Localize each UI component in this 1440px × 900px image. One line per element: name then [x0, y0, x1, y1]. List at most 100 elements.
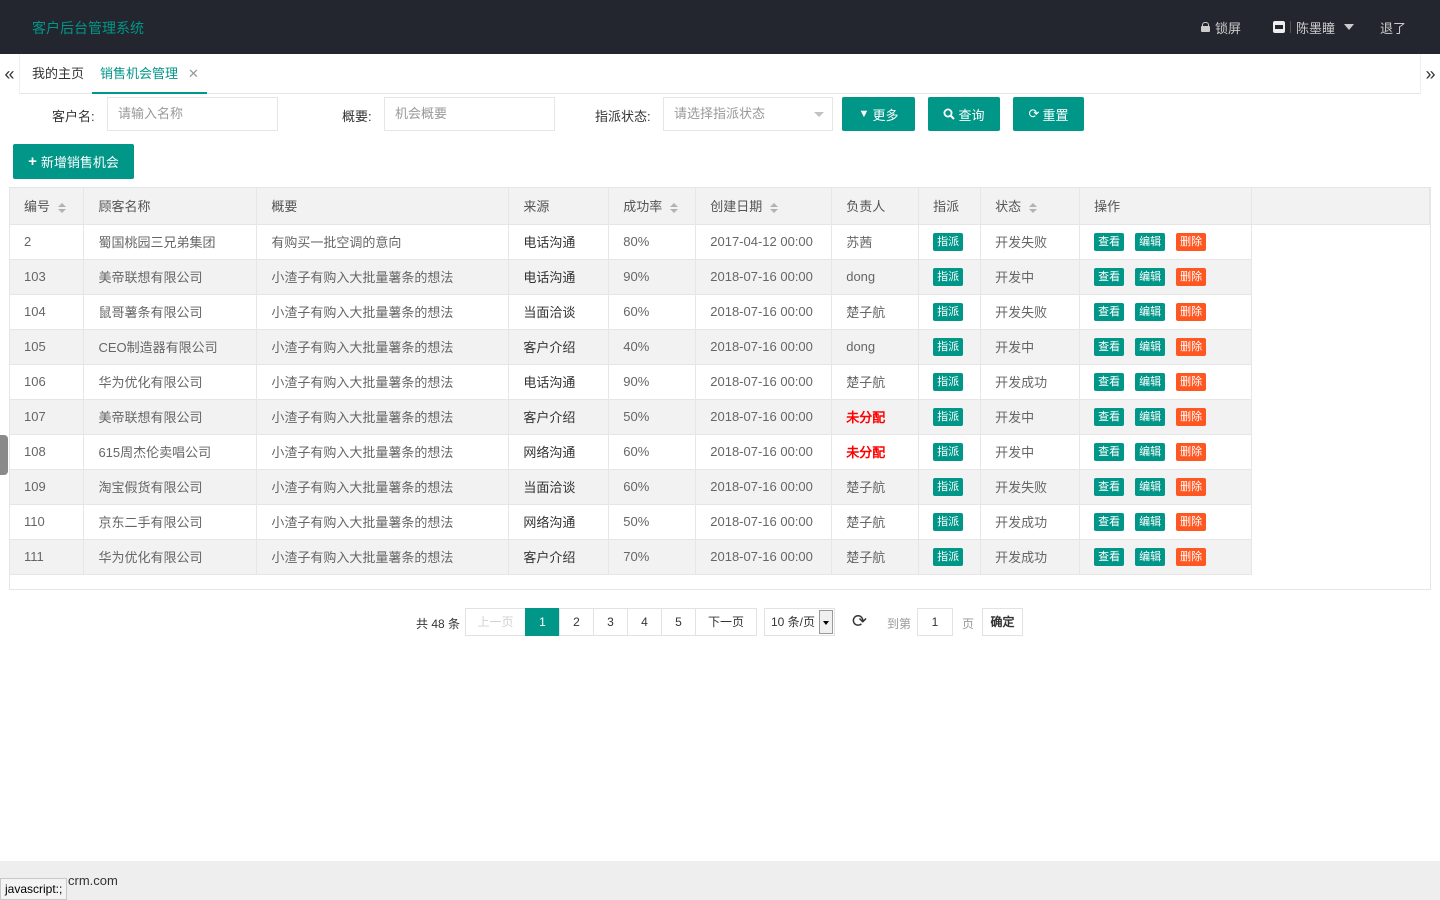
delete-button[interactable]: 删除 — [1176, 512, 1207, 531]
user-menu[interactable]: 陈墨瞳 — [1257, 0, 1364, 54]
cell-owner: 楚子航 — [831, 504, 920, 540]
cell-assign: 指派 — [918, 224, 982, 260]
edit-button[interactable]: 编辑 — [1135, 442, 1166, 461]
edit-button[interactable]: 编辑 — [1135, 547, 1166, 566]
view-button[interactable]: 查看 — [1094, 442, 1125, 461]
chevron-down-icon[interactable] — [819, 610, 833, 634]
cell-rate: 80% — [608, 224, 697, 260]
col-header-id[interactable]: 编号 — [10, 188, 85, 225]
col-header-status[interactable]: 状态 — [980, 188, 1081, 225]
cell-rate: 40% — [608, 329, 697, 365]
edit-button[interactable]: 编辑 — [1135, 337, 1166, 356]
view-button[interactable]: 查看 — [1094, 547, 1125, 566]
page-size-value: 10 条/页 — [771, 615, 816, 629]
lock-screen-button[interactable]: 锁屏 — [1185, 0, 1257, 54]
delete-button[interactable]: 删除 — [1176, 267, 1207, 286]
assign-status-select[interactable]: 请选择指派状态 — [663, 97, 833, 131]
edit-button[interactable]: 编辑 — [1135, 477, 1166, 496]
edit-button[interactable]: 编辑 — [1135, 512, 1166, 531]
assign-button[interactable]: 指派 — [933, 442, 964, 461]
view-button[interactable]: 查看 — [1094, 512, 1125, 531]
table-row: 104 鼠哥薯条有限公司 小渣子有购入大批量薯条的想法 当面洽谈 60% 2018-07-… — [10, 294, 1430, 330]
page-button-1[interactable]: 1 — [525, 608, 560, 636]
col-header-date[interactable]: 创建日期 — [695, 188, 833, 225]
delete-button[interactable]: 删除 — [1176, 407, 1207, 426]
page-button-2[interactable]: 2 — [559, 608, 594, 636]
tab-sales-opportunity[interactable]: 销售机会管理 ✕ — [92, 54, 207, 94]
delete-button[interactable]: 删除 — [1176, 442, 1207, 461]
sort-icon[interactable] — [770, 202, 779, 213]
view-button[interactable]: 查看 — [1094, 477, 1125, 496]
sort-icon[interactable] — [670, 202, 679, 213]
prev-page-button[interactable]: 上一页 — [465, 608, 526, 636]
cell-actions: 查看 编辑 删除 — [1079, 399, 1253, 435]
reset-button[interactable]: ⟳ 重置 — [1013, 97, 1084, 131]
edit-button[interactable]: 编辑 — [1135, 267, 1166, 286]
view-button[interactable]: 查看 — [1094, 407, 1125, 426]
owner-text: 苏茜 — [846, 235, 873, 250]
page-size-select[interactable]: 10 条/页 — [764, 608, 835, 636]
edit-button[interactable]: 编辑 — [1135, 372, 1166, 391]
cell-status: 开发中 — [980, 399, 1081, 435]
view-button[interactable]: 查看 — [1094, 302, 1125, 321]
cell-owner: 楚子航 — [831, 294, 920, 330]
col-header-rate[interactable]: 成功率 — [608, 188, 697, 225]
cell-owner: 未分配 — [831, 399, 920, 435]
assign-button[interactable]: 指派 — [933, 512, 964, 531]
delete-button[interactable]: 删除 — [1176, 372, 1207, 391]
page-button-5[interactable]: 5 — [661, 608, 696, 636]
cell-status: 开发中 — [980, 329, 1081, 365]
customer-name-input[interactable]: 请输入名称 — [107, 97, 278, 131]
view-button[interactable]: 查看 — [1094, 372, 1125, 391]
tab-scroll-left-icon[interactable]: « — [0, 54, 20, 94]
table-header-row: 编号 顾客名称 概要 来源 成功率 创建日期 负责人 指派 状态 操作 — [10, 188, 1430, 225]
tab-home[interactable]: 我的主页 — [32, 54, 84, 94]
edit-button[interactable]: 编辑 — [1135, 407, 1166, 426]
assign-button[interactable]: 指派 — [933, 477, 964, 496]
sidebar-toggle-handle[interactable] — [0, 435, 8, 475]
assign-button[interactable]: 指派 — [933, 232, 964, 251]
sort-icon[interactable] — [1029, 202, 1038, 213]
goto-page-input[interactable]: 1 — [917, 608, 953, 636]
cell-id: 111 — [10, 539, 85, 575]
logout-label: 退了 — [1379, 20, 1406, 36]
data-table: 编号 顾客名称 概要 来源 成功率 创建日期 负责人 指派 状态 操作 2 蜀国桃… — [10, 188, 1430, 575]
edit-button[interactable]: 编辑 — [1135, 302, 1166, 321]
table-row: 103 美帝联想有限公司 小渣子有购入大批量薯条的想法 电话沟通 90% 2018-07-… — [10, 259, 1430, 295]
assign-button[interactable]: 指派 — [933, 302, 964, 321]
sort-icon[interactable] — [58, 202, 67, 213]
cell-status: 开发成功 — [980, 364, 1081, 400]
next-page-button[interactable]: 下一页 — [695, 608, 757, 636]
edit-button[interactable]: 编辑 — [1135, 232, 1166, 251]
refresh-icon[interactable]: ⟳ — [852, 611, 867, 632]
avatar-icon — [1272, 21, 1285, 33]
more-button[interactable]: ▼ 更多 — [842, 97, 915, 131]
col-header-blank — [1251, 188, 1430, 225]
add-opportunity-button[interactable]: + 新增销售机会 — [13, 144, 134, 179]
assign-button[interactable]: 指派 — [933, 372, 964, 391]
assign-button[interactable]: 指派 — [933, 407, 964, 426]
view-button[interactable]: 查看 — [1094, 232, 1125, 251]
delete-button[interactable]: 删除 — [1176, 477, 1207, 496]
view-button[interactable]: 查看 — [1094, 337, 1125, 356]
view-button[interactable]: 查看 — [1094, 267, 1125, 286]
delete-button[interactable]: 删除 — [1176, 302, 1207, 321]
assign-button[interactable]: 指派 — [933, 337, 964, 356]
close-icon[interactable]: ✕ — [188, 66, 199, 81]
cell-date: 2018-07-16 00:00 — [695, 364, 833, 400]
delete-button[interactable]: 删除 — [1176, 337, 1207, 356]
delete-button[interactable]: 删除 — [1176, 547, 1207, 566]
lock-label: 锁屏 — [1214, 20, 1241, 36]
assign-button[interactable]: 指派 — [933, 267, 964, 286]
summary-input[interactable]: 机会概要 — [384, 97, 555, 131]
table-row: 105 CEO制造器有限公司 小渣子有购入大批量薯条的想法 客户介绍 40% 2018-0… — [10, 329, 1430, 365]
page-button-4[interactable]: 4 — [627, 608, 662, 636]
assign-button[interactable]: 指派 — [933, 547, 964, 566]
tab-scroll-right-icon[interactable]: » — [1420, 54, 1440, 94]
delete-button[interactable]: 删除 — [1176, 232, 1207, 251]
page-button-3[interactable]: 3 — [593, 608, 628, 636]
goto-confirm-button[interactable]: 确定 — [982, 608, 1023, 636]
logout-button[interactable]: 退了 — [1364, 0, 1440, 54]
query-button[interactable]: 查询 — [928, 97, 1000, 131]
table-row: 111 华为优化有限公司 小渣子有购入大批量薯条的想法 客户介绍 70% 2018-07-… — [10, 539, 1430, 575]
